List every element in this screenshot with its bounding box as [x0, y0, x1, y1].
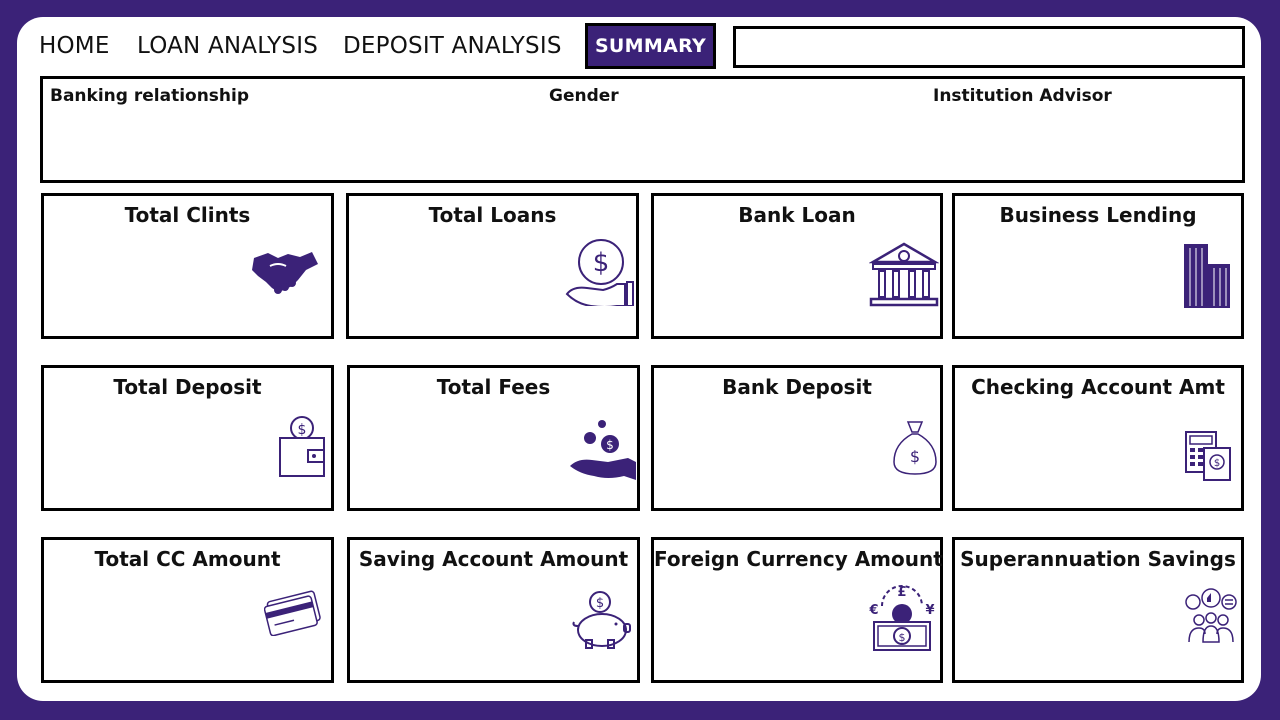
card-title: Foreign Currency Amount	[654, 547, 943, 571]
banking-relationship-filter[interactable]: Banking relationship	[50, 86, 249, 106]
card-bank-deposit[interactable]: Bank Deposit $	[651, 365, 943, 511]
nav-deposit-analysis[interactable]: DEPOSIT ANALYSIS	[343, 30, 562, 62]
svg-text:£: £	[897, 585, 906, 600]
calculator-invoice-icon: $	[1184, 430, 1232, 482]
gender-filter[interactable]: Gender	[549, 86, 619, 106]
svg-text:¥: ¥	[925, 603, 934, 618]
card-saving-account-amount[interactable]: Saving Account Amount $	[347, 537, 640, 683]
nav-summary-button[interactable]: SUMMARY	[585, 23, 716, 69]
card-title: Total Clints	[124, 203, 251, 227]
card-title: Total Fees	[436, 375, 551, 399]
handshake-icon	[248, 236, 318, 306]
svg-text:$: $	[298, 422, 307, 438]
svg-text:$: $	[1214, 458, 1220, 469]
card-title: Checking Account Amt	[971, 375, 1225, 399]
hand-coins-icon: $	[568, 418, 638, 488]
wallet-coin-icon: $	[276, 414, 328, 478]
skyscraper-icon	[1182, 240, 1236, 310]
money-bag-icon: $	[890, 418, 940, 476]
card-title: Saving Account Amount	[358, 547, 629, 571]
nav-loan-analysis[interactable]: LOAN ANALYSIS	[137, 30, 318, 62]
card-total-fees[interactable]: Total Fees $	[347, 365, 640, 511]
card-total-cc-amount[interactable]: Total CC Amount	[41, 537, 334, 683]
currency-exchange-icon: £ € ¥ $	[868, 584, 936, 654]
search-input[interactable]	[733, 26, 1245, 68]
card-total-clints[interactable]: Total Clints	[41, 193, 334, 339]
card-foreign-currency-amount[interactable]: Foreign Currency Amount £ € ¥ $	[651, 537, 943, 683]
institution-advisor-filter[interactable]: Institution Advisor	[933, 86, 1112, 106]
card-business-lending[interactable]: Business Lending	[952, 193, 1244, 339]
svg-text:$: $	[593, 248, 610, 278]
piggy-bank-icon: $	[570, 590, 632, 650]
svg-text:$: $	[910, 447, 920, 466]
card-title: Total CC Amount	[94, 547, 281, 571]
nav-home[interactable]: HOME	[39, 30, 110, 62]
svg-text:$: $	[899, 631, 906, 644]
card-superannuation-savings[interactable]: Superannuation Savings	[952, 537, 1244, 683]
coin-hand-icon: $	[565, 236, 635, 306]
bank-building-icon	[869, 242, 939, 312]
card-title: Bank Deposit	[722, 375, 872, 399]
svg-text:€: €	[868, 603, 878, 618]
people-feedback-icon	[1183, 588, 1239, 644]
card-title: Business Lending	[999, 203, 1197, 227]
card-title: Total Deposit	[113, 375, 262, 399]
card-title: Total Loans	[428, 203, 557, 227]
card-checking-account-amt[interactable]: Checking Account Amt $	[952, 365, 1244, 511]
credit-card-icon	[264, 588, 324, 636]
card-total-loans[interactable]: Total Loans $	[346, 193, 639, 339]
svg-text:$: $	[606, 438, 614, 452]
card-title: Bank Loan	[738, 203, 856, 227]
card-bank-loan[interactable]: Bank Loan	[651, 193, 943, 339]
card-title: Superannuation Savings	[960, 547, 1236, 571]
filter-panel: Banking relationship Gender Institution …	[40, 76, 1245, 183]
card-total-deposit[interactable]: Total Deposit $	[41, 365, 334, 511]
svg-text:$: $	[596, 596, 604, 611]
